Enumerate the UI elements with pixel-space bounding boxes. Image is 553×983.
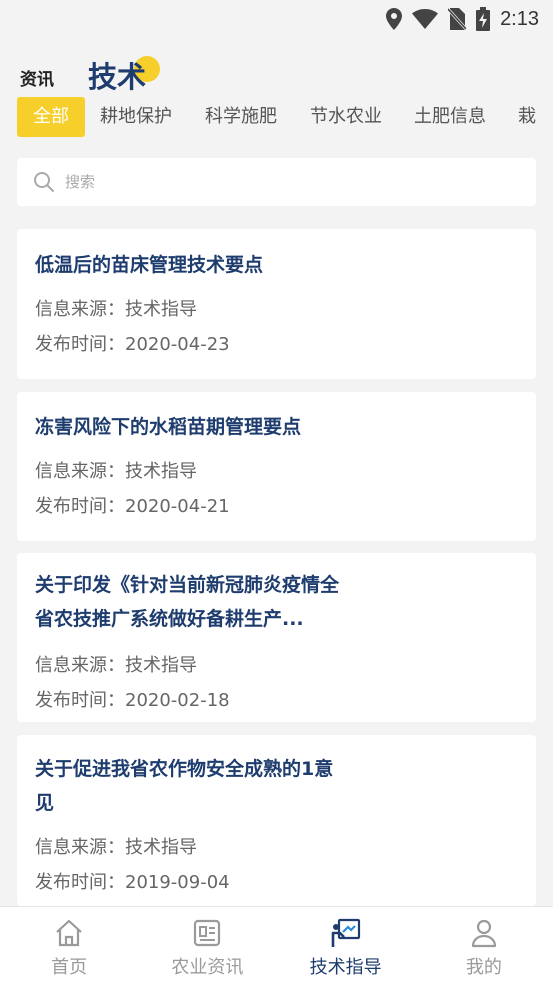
- battery-charging-icon: [476, 7, 491, 31]
- search-bar[interactable]: [17, 158, 536, 206]
- bottom-nav: 首页 农业资讯 技术指导 我的: [0, 906, 553, 983]
- category-soil-fertilizer-info[interactable]: 土肥信息: [414, 97, 486, 137]
- category-bar: 全部 耕地保护 科学施肥 节水农业 土肥信息 栽: [0, 97, 553, 139]
- article-date: 发布时间：2020-04-23: [35, 334, 230, 355]
- article-card[interactable]: 关于促进我省农作物安全成熟的1意见 信息来源：技术指导 发布时间：2019-09…: [17, 735, 536, 906]
- status-time: 2:13: [500, 7, 539, 30]
- nav-news[interactable]: 农业资讯: [138, 907, 276, 983]
- header: 资讯 技术: [0, 50, 553, 100]
- article-title: 低温后的苗床管理技术要点: [35, 254, 264, 276]
- home-icon: [56, 919, 82, 947]
- presentation-icon: [331, 918, 360, 947]
- newspaper-icon: [194, 919, 221, 947]
- tab-tech-label: 技术: [88, 60, 147, 94]
- article-card[interactable]: 关于印发《针对当前新冠肺炎疫情全省农技推广系统做好备耕生产... 信息来源：技术…: [17, 553, 536, 722]
- article-title: 冻害风险下的水稻苗期管理要点: [35, 416, 302, 438]
- status-bar: 2:13: [0, 0, 553, 38]
- category-all[interactable]: 全部: [17, 97, 85, 137]
- tab-news[interactable]: 资讯: [20, 65, 54, 90]
- article-source: 信息来源：技术指导: [35, 299, 197, 320]
- article-title: 关于促进我省农作物安全成熟的1意见: [35, 758, 334, 814]
- article-source: 信息来源：技术指导: [35, 461, 197, 482]
- category-cultivation[interactable]: 栽: [518, 97, 536, 137]
- article-date: 发布时间：2020-04-21: [35, 496, 230, 517]
- nav-mine-label: 我的: [465, 957, 502, 978]
- article-title: 关于印发《针对当前新冠肺炎疫情全省农技推广系统做好备耕生产...: [35, 574, 340, 630]
- category-farmland-protection[interactable]: 耕地保护: [100, 97, 172, 137]
- category-scientific-fertilization[interactable]: 科学施肥: [205, 97, 277, 137]
- article-source: 信息来源：技术指导: [35, 655, 197, 676]
- user-icon: [471, 919, 496, 948]
- search-input[interactable]: [65, 173, 485, 191]
- article-card[interactable]: 低温后的苗床管理技术要点 信息来源：技术指导 发布时间：2020-04-23: [17, 229, 536, 379]
- tab-tech[interactable]: 技术: [88, 54, 160, 96]
- nav-news-label: 农业资讯: [171, 957, 244, 978]
- article-card[interactable]: 冻害风险下的水稻苗期管理要点 信息来源：技术指导 发布时间：2020-04-21: [17, 392, 536, 541]
- search-icon: [34, 172, 54, 192]
- nav-tech-label: 技术指导: [309, 957, 382, 978]
- nav-home[interactable]: 首页: [0, 907, 138, 983]
- article-date: 发布时间：2019-09-04: [35, 872, 230, 893]
- nav-mine[interactable]: 我的: [415, 907, 553, 983]
- wifi-icon: [412, 9, 439, 29]
- category-water-saving[interactable]: 节水农业: [310, 97, 382, 137]
- article-source: 信息来源：技术指导: [35, 837, 197, 858]
- location-icon: [386, 8, 403, 30]
- article-date: 发布时间：2020-02-18: [35, 690, 230, 711]
- nav-tech[interactable]: 技术指导: [277, 907, 415, 983]
- nav-home-label: 首页: [51, 957, 88, 978]
- no-sim-icon: [448, 8, 467, 30]
